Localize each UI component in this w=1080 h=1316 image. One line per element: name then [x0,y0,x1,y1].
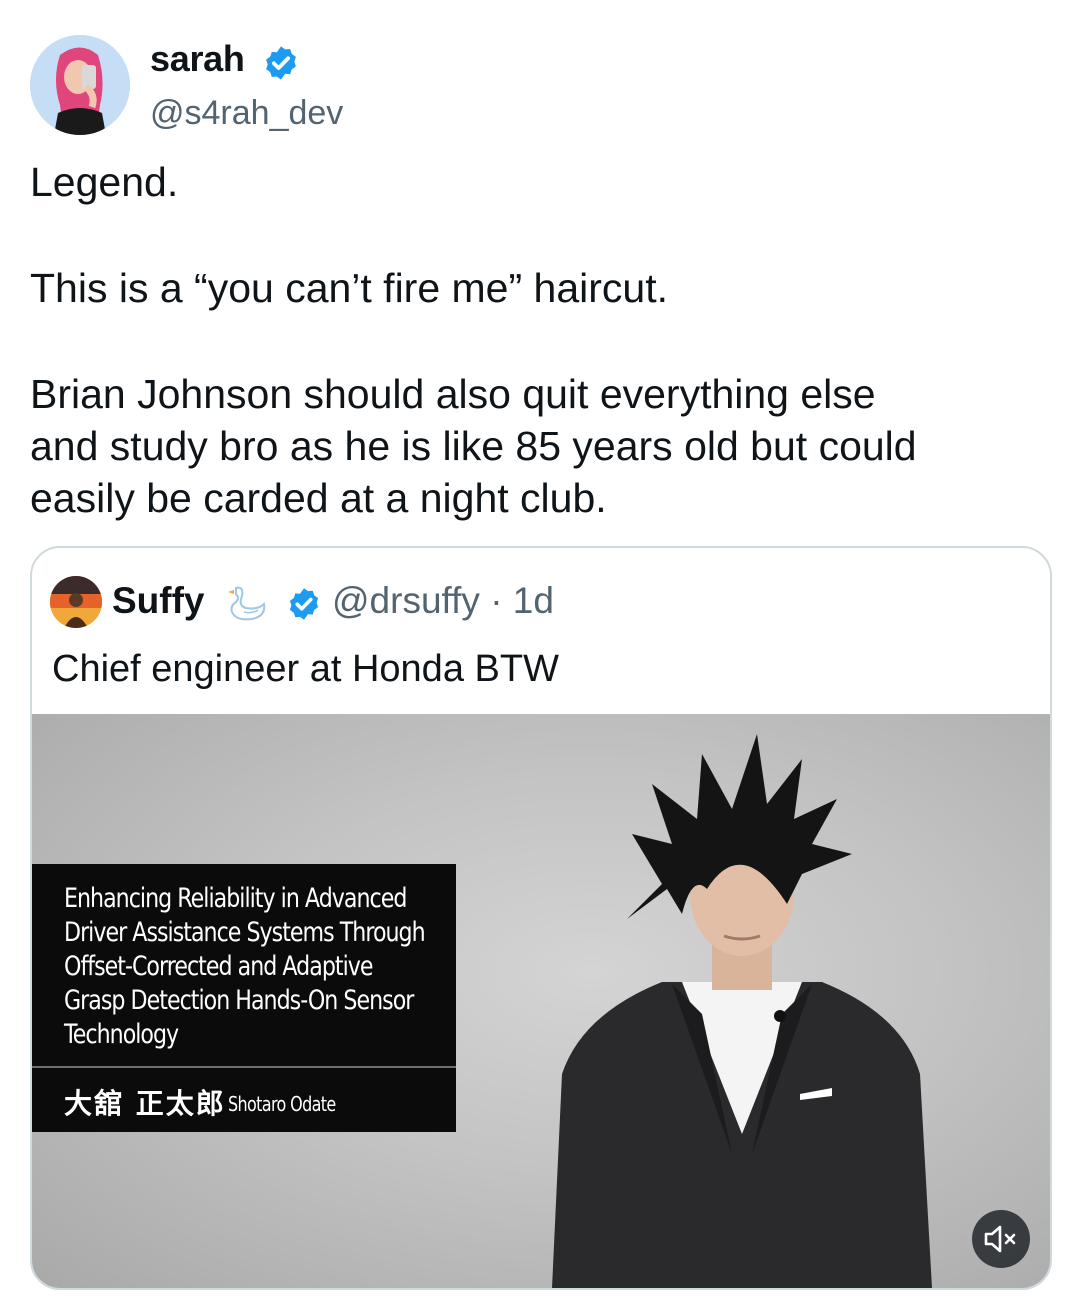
caption-title-line: Driver Assistance Systems Through [64,917,426,948]
mute-toggle-button[interactable] [972,1210,1030,1268]
verified-badge-icon [289,588,319,620]
tweet-text-line: Legend. [30,159,179,205]
caption-title-line: Grasp Detection Hands-On Sensor [64,985,414,1016]
tweet-text-line: easily be carded at a night club. [30,475,607,521]
caption-title-line: Technology [64,1019,179,1050]
tweet-text-line: and study bro as he is like 85 years old… [30,423,917,469]
avatar[interactable] [30,35,130,135]
caption-name-english: Shotaro Odate [228,1092,336,1116]
quote-display-name[interactable]: Suffy [112,580,205,622]
video-caption-box: Enhancing Reliability in Advanced Driver… [32,864,456,1132]
quote-avatar[interactable] [50,576,102,628]
quote-video[interactable]: Enhancing Reliability in Advanced Driver… [32,714,1050,1288]
tweet-text-line: This is a “you can’t fire me” haircut. [30,265,668,311]
quote-handle-and-time[interactable]: @drsuffy · 1d [332,580,554,622]
quote-text: Chief engineer at Honda BTW [52,648,559,690]
quoted-tweet-card[interactable]: Suffy @drsuffy · 1d Chief engineer at Ho… [30,546,1052,1290]
author-handle[interactable]: @s4rah_dev [150,94,343,133]
tweet-text-line: Brian Johnson should also quit everythin… [30,371,876,417]
author-display-name[interactable]: sarah [150,38,245,80]
caption-title-line: Offset-Corrected and Adaptive [64,951,373,982]
verified-badge-icon [266,46,296,80]
caption-name-japanese: 大舘 正太郎 [64,1087,226,1120]
swan-icon [228,586,266,621]
speaker-muted-icon [984,1225,1016,1253]
caption-title-line: Enhancing Reliability in Advanced [64,883,407,914]
video-caption-title: Enhancing Reliability in Advanced Driver… [64,882,449,1052]
caption-divider [32,1066,456,1068]
video-person-figure [552,734,932,1288]
